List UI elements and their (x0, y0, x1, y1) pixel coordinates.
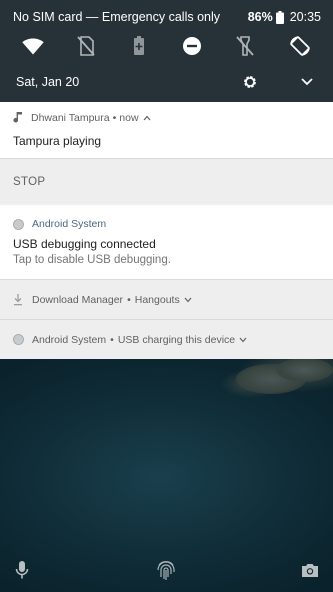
chevron-down-icon[interactable] (239, 337, 247, 343)
microphone-icon[interactable] (10, 558, 34, 582)
do-not-disturb-icon[interactable] (180, 34, 204, 58)
app-name: Android System (32, 333, 107, 346)
chevron-up-icon[interactable] (143, 115, 151, 121)
download-icon (14, 293, 22, 305)
notification-text: Tap to disable USB debugging. (13, 254, 171, 266)
chevron-down-icon[interactable] (184, 297, 192, 303)
date-text[interactable]: Sat, Jan 20 (16, 75, 240, 89)
notification-header: Android System (13, 218, 106, 230)
notification-time: now (119, 112, 139, 124)
notification-subtext: Hangouts (134, 293, 180, 306)
auto-rotate-icon[interactable] (288, 34, 312, 58)
sim-off-icon[interactable] (74, 34, 98, 58)
header-separator: • (127, 293, 131, 306)
carrier-text: No SIM card — Emergency calls only (13, 10, 221, 24)
status-bar: No SIM card — Emergency calls only 86% 2… (0, 0, 333, 34)
notification-shade-header: No SIM card — Emergency calls only 86% 2… (0, 0, 333, 102)
download-manager-notification[interactable]: Download Manager • Hangouts (0, 280, 333, 319)
battery-percent: 86% (247, 10, 273, 24)
header-separator: • (112, 112, 117, 124)
clock: 20:35 (289, 10, 321, 24)
app-name: Download Manager (32, 293, 124, 306)
battery-saver-icon[interactable] (127, 34, 151, 58)
app-name: Dhwani Tampura (31, 112, 110, 124)
battery-icon (275, 10, 284, 24)
android-system-icon (13, 334, 24, 345)
notification-actions: STOP (0, 159, 333, 205)
notification-title: Tampura playing (13, 134, 102, 148)
app-name: Android System (32, 218, 107, 230)
date-row: Sat, Jan 20 (0, 70, 333, 94)
music-note-icon (13, 112, 22, 123)
notification-title: USB debugging connected (13, 237, 156, 251)
quick-settings-row (0, 34, 333, 58)
notification-header: Dhwani Tampura • now (13, 112, 151, 124)
expand-chevron-icon[interactable] (297, 72, 317, 92)
camera-icon[interactable] (298, 558, 322, 582)
lockscreen-bottom-bar (0, 548, 333, 592)
usb-debugging-notification[interactable]: Android System USB debugging connected T… (0, 205, 333, 279)
wifi-icon[interactable] (21, 34, 45, 58)
notification-subtext: USB charging this device (117, 333, 236, 346)
media-notification[interactable]: Dhwani Tampura • now Tampura playing (0, 102, 333, 159)
header-separator: • (110, 333, 114, 346)
battery-indicator: 86% (248, 10, 284, 24)
stop-button[interactable]: STOP (13, 176, 45, 188)
android-system-icon (13, 218, 24, 230)
settings-gear-icon[interactable] (240, 72, 260, 92)
flashlight-off-icon[interactable] (233, 34, 257, 58)
usb-charging-notification[interactable]: Android System • USB charging this devic… (0, 320, 333, 359)
fingerprint-icon[interactable] (154, 558, 178, 582)
